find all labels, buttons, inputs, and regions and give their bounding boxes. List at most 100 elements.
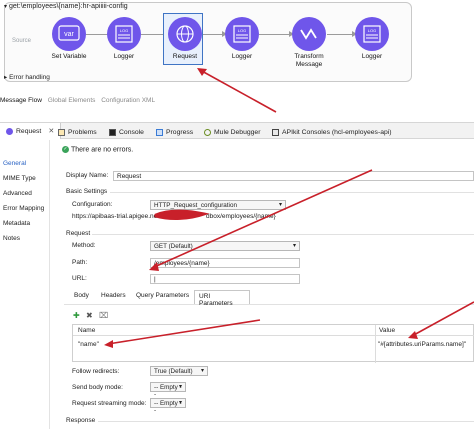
nav-item-mime-type[interactable]: MIME Type [3,175,36,182]
nav-item-metadata[interactable]: Metadata [3,220,30,227]
flow-title[interactable]: ▾ get:\employees\{name}:hr-apiiiii-config [4,3,128,10]
set-variable-node[interactable]: var [52,17,86,51]
flow-canvas: ▾ get:\employees\{name}:hr-apiiiii-config… [0,0,412,86]
node-label: Logger [231,53,253,60]
nav-item-error-mapping[interactable]: Error Mapping [3,205,44,212]
tab-request[interactable]: Request ✕ [0,123,62,139]
properties-nav: General MIME Type Advanced Error Mapping… [0,140,50,429]
tab-mule-debugger-label: Mule Debugger [214,128,261,136]
tab-console[interactable]: Console [109,126,144,138]
status-message: ✓ There are no errors. [62,146,133,153]
request-heading: Request [66,230,91,237]
nav-item-advanced[interactable]: Advanced [3,190,32,197]
svg-text:LOG: LOG [238,28,246,33]
collapse-chevron-icon[interactable]: ▾ [4,4,7,10]
transform-message-node[interactable] [292,17,326,51]
request-icon [6,127,13,135]
error-handling-label: Error handling [9,74,50,81]
logger-node-1[interactable]: LOG [107,17,141,51]
tab-message-flow[interactable]: Message Flow [0,97,42,104]
url-label: URL: [72,275,87,282]
follow-redirects-label: Follow redirects: [72,368,120,375]
follow-redirects-select[interactable]: True (Default) [150,366,208,376]
streaming-mode-label: Request streaming mode: [72,400,147,407]
nav-item-general[interactable]: General [3,160,26,167]
tab-query-parameters[interactable]: Query Parameters [136,292,189,299]
display-name-field[interactable]: Request [113,171,474,181]
uri-param-name-cell[interactable]: "name" [78,341,99,348]
tab-configuration-xml[interactable]: Configuration XML [101,97,155,104]
tab-global-elements[interactable]: Global Elements [48,97,96,104]
section-divider [98,421,474,422]
console-icon [109,128,116,136]
error-handling-toggle[interactable]: ▸ Error handling [4,73,50,81]
send-body-mode-label: Send body mode: [72,384,123,391]
streaming-mode-select[interactable]: -- Empty -- [150,398,186,414]
url-suffix-text: dbox/employees/{name} [206,213,276,220]
add-icon[interactable]: ✚ [73,311,80,320]
column-header-name: Name [78,327,96,334]
svg-text:var: var [64,31,74,38]
subtab-baseline [64,304,474,305]
tab-apikit-consoles[interactable]: APIkit Consoles (hcl-employees-api) [272,126,392,138]
source-label: Source [12,38,32,44]
url-field[interactable]: | [150,274,300,284]
flow-title-text: get:\employees\{name}:hr-apiiiii-config [9,3,128,10]
tab-request-label: Request [16,127,42,135]
configuration-select[interactable]: HTTP_Request_configuration [150,200,286,210]
configuration-label: Configuration: [72,201,113,208]
tab-body[interactable]: Body [74,292,89,299]
request-node[interactable] [168,17,202,51]
logger-node-2[interactable]: LOG [225,17,259,51]
section-divider [110,192,474,193]
request-subtabs: Body Headers Query Parameters URI Parame… [70,290,250,307]
node-label: Logger [361,53,383,60]
path-field[interactable]: /employees/{name} [150,258,300,268]
tab-uri-parameters[interactable]: URI Parameters [194,290,250,307]
logger-icon: LOG [233,25,251,43]
variable-icon: var [58,25,80,41]
tab-headers[interactable]: Headers [101,292,126,299]
uri-param-value-cell[interactable]: "#[attributes.uriParams.name]" [378,341,466,348]
close-icon[interactable]: ✕ [48,127,54,135]
tab-mule-debugger[interactable]: Mule Debugger [204,126,260,138]
check-icon: ✓ [62,146,69,153]
logger-icon: LOG [363,25,381,43]
editor-tabs: Message Flow Global Elements Configurati… [0,97,474,108]
http-globe-icon [176,25,194,43]
node-label: Set Variable [51,53,87,60]
send-body-mode-select[interactable]: -- Empty -- [150,382,186,398]
basic-settings-heading: Basic Settings [66,188,108,195]
method-label: Method: [72,242,96,249]
node-label: Request [172,53,198,60]
tab-problems[interactable]: Problems [58,126,97,138]
uri-parameters-table: Name Value "name" "#[attributes.uriParam… [72,324,474,363]
logger-node-3[interactable]: LOG [355,17,389,51]
tab-problems-label: Problems [68,128,97,136]
redaction-scribble [154,209,210,220]
status-text: There are no errors. [71,146,134,154]
transform-icon [300,28,317,40]
tab-progress[interactable]: Progress [156,126,193,138]
debugger-icon [204,128,211,136]
bottom-tab-bar: Request ✕ Problems Console Progress Mule… [0,122,474,139]
column-separator [375,325,376,363]
progress-icon [156,128,163,136]
table-header [73,325,474,336]
flow-connector [259,34,292,35]
response-heading: Response [66,417,96,424]
path-label: Path: [72,259,88,266]
tab-console-label: Console [119,128,144,136]
remove-all-icon[interactable]: ⌧ [99,311,108,320]
section-divider [92,234,474,235]
display-name-label: Display Name: [66,172,109,179]
nav-item-notes[interactable]: Notes [3,235,20,242]
delete-icon[interactable]: ✖ [86,311,93,320]
tab-progress-label: Progress [166,128,194,136]
problems-icon [58,128,65,136]
column-header-value: Value [379,327,396,334]
node-label: Logger [113,53,135,60]
node-label: Transform Message [294,53,324,68]
apikit-icon [272,128,279,136]
method-select[interactable]: GET (Default) [150,241,300,251]
